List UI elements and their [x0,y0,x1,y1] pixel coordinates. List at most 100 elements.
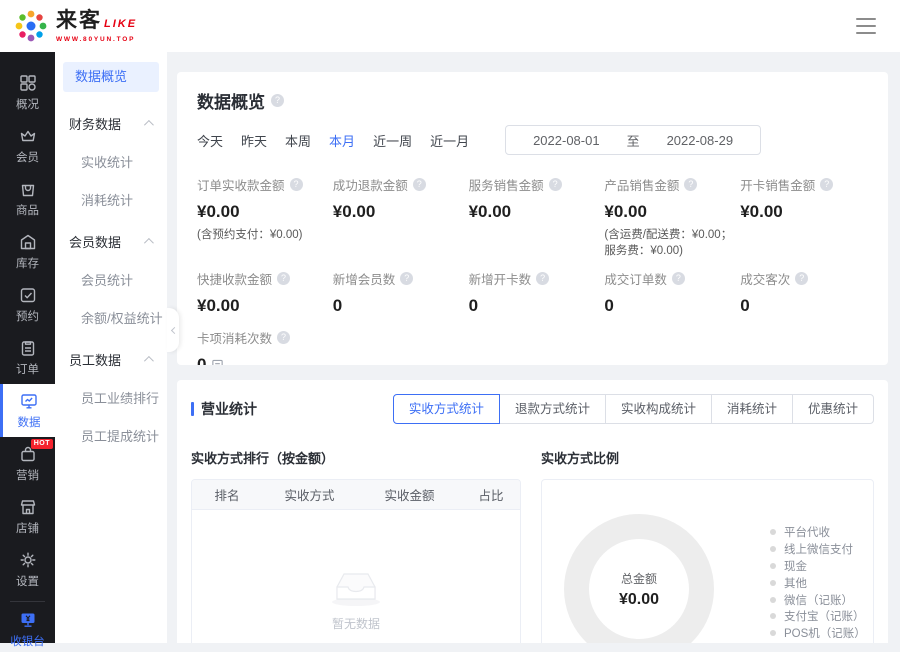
legend-item[interactable]: 平台代收 [770,524,866,541]
submenu-item-staff-ranking[interactable]: 员工业绩排行 [55,380,167,418]
sidebar-item-marketing[interactable]: HOT 营销 [0,437,55,490]
clipboard-icon [18,338,38,358]
chevron-left-icon [170,326,177,333]
gear-icon [18,550,38,570]
stat-product-sales: 产品销售金额 ¥0.00 (含运费/配送费：¥0.00；服务费：¥0.00) [604,175,732,259]
stat-value: ¥0.00 [197,296,325,316]
table-header-row: 排名 实收方式 实收金额 占比 [192,480,520,510]
sidebar-item-booking[interactable]: 预约 [0,278,55,331]
col-amount: 实收金额 [357,485,462,504]
filter-this-week[interactable]: 本周 [285,131,311,150]
stat-customer-visits: 成交客次 0 [740,269,868,316]
tab-income-method[interactable]: 实收方式统计 [393,394,500,424]
help-icon[interactable] [271,94,284,107]
sidebar-item-label: 收银台 [10,633,45,649]
help-icon[interactable] [290,178,303,191]
filter-last-week[interactable]: 近一周 [373,131,412,150]
sidebar-item-goods[interactable]: 商品 [0,172,55,225]
ranking-title: 实收方式排行（按金额） [191,448,521,467]
submenu-group-staff[interactable]: 员工数据 [55,338,167,380]
legend-item[interactable]: 其他 [770,574,866,591]
sidebar-item-data[interactable]: 数据 [0,384,55,437]
legend-item[interactable]: 微信（记账） [770,591,866,608]
stat-card-sales: 开卡销售金额 ¥0.00 [740,175,868,259]
tab-discount[interactable]: 优惠统计 [792,394,874,424]
legend-dot [770,563,776,569]
help-icon[interactable] [820,178,833,191]
tab-refund-method[interactable]: 退款方式统计 [499,394,606,424]
proportion-chart-box: 总金额 ¥0.00 平台代收 线上微信支付 现金 其他 微信（记账） 支付宝（记… [541,479,874,643]
stat-note: (含运费/配送费：¥0.00；服务费：¥0.00) [604,227,732,259]
submenu-group-finance[interactable]: 财务数据 [55,102,167,144]
stat-value: 0 [604,296,732,316]
consume-detail-icon[interactable] [211,359,224,366]
help-icon[interactable] [795,272,808,285]
stat-value: 0 [740,296,868,316]
filter-yesterday[interactable]: 昨天 [241,131,267,150]
sidebar-item-label: 商品 [16,202,39,218]
help-icon[interactable] [684,178,697,191]
help-icon[interactable] [413,178,426,191]
col-method: 实收方式 [262,485,357,504]
logo-suffix: LIKE [104,18,137,30]
business-stats-card: 营业统计 实收方式统计 退款方式统计 实收构成统计 消耗统计 优惠统计 实收方式… [177,380,888,643]
submenu-item-income-stats[interactable]: 实收统计 [55,144,167,182]
stat-order-income: 订单实收款金额 ¥0.00 (含预约支付：¥0.00) [197,175,325,259]
stat-completed-orders: 成交订单数 0 [604,269,732,316]
logo-title: 来客 [56,9,102,32]
empty-inbox-icon [324,562,388,607]
stat-note: (含预约支付：¥0.00) [197,227,325,243]
submenu-item-staff-commission[interactable]: 员工提成统计 [55,418,167,456]
storefront-icon [18,497,38,517]
help-icon[interactable] [277,331,290,344]
help-icon[interactable] [672,272,685,285]
stat-service-sales: 服务销售金额 ¥0.00 [469,175,597,259]
ranking-table: 排名 实收方式 实收金额 占比 暂无数据 [191,479,521,643]
legend-item[interactable]: 线上微信支付 [770,541,866,558]
stats-row-1: 订单实收款金额 ¥0.00 (含预约支付：¥0.00) 成功退款金额 ¥0.00… [197,175,868,259]
sidebar-item-shop[interactable]: 店铺 [0,490,55,543]
sidebar-collapse-handle[interactable] [167,308,179,352]
filter-last-month[interactable]: 近一月 [430,131,469,150]
dashboard-grid-icon [18,73,38,93]
filter-this-month[interactable]: 本月 [329,131,355,150]
legend-item[interactable]: POS机（记账） [770,625,866,642]
help-icon[interactable] [400,272,413,285]
sidebar-item-label: 设置 [16,573,39,589]
hamburger-menu-icon[interactable] [856,18,876,34]
sidebar-item-cashier[interactable]: 收银台 [0,607,55,652]
income-proportion-panel: 实收方式比例 总金额 ¥0.00 平台代收 线上微信支付 现金 其他 微信（记账… [541,448,874,643]
logo-icon [12,7,50,45]
sidebar-item-settings[interactable]: 设置 [0,543,55,596]
help-icon[interactable] [549,178,562,191]
sidebar-item-orders[interactable]: 订单 [0,331,55,384]
help-icon[interactable] [536,272,549,285]
stats-row-3: 卡项消耗次数 0 [197,328,868,365]
submenu-item-member-stats[interactable]: 会员统计 [55,262,167,300]
submenu-item-balance-stats[interactable]: 余额/权益统计 [55,300,167,338]
package-icon [18,179,38,199]
date-range-picker[interactable]: 2022-08-01 至 2022-08-29 [505,125,761,155]
submenu-item-data-overview[interactable]: 数据概览 [63,62,159,92]
time-filter-bar: 今天 昨天 本周 本月 近一周 近一月 2022-08-01 至 2022-08… [197,125,868,155]
tab-income-composition[interactable]: 实收构成统计 [605,394,712,424]
stat-value: ¥0.00 [333,202,461,222]
filter-today[interactable]: 今天 [197,131,223,150]
sidebar-item-overview[interactable]: 概况 [0,66,55,119]
sidebar-item-members[interactable]: 会员 [0,119,55,172]
submenu-group-member[interactable]: 会员数据 [55,220,167,262]
donut-chart: 总金额 ¥0.00 [564,514,714,643]
tab-consumption[interactable]: 消耗统计 [711,394,793,424]
stat-value: 0 [333,296,461,316]
app-logo: 来客LIKE WWW.80YUN.TOP [12,7,137,45]
chevron-up-icon [144,355,154,365]
date-start: 2022-08-01 [533,133,600,148]
chevron-up-icon [144,119,154,129]
sidebar-item-inventory[interactable]: 库存 [0,225,55,278]
submenu-item-consume-stats[interactable]: 消耗统计 [55,182,167,220]
secondary-sidebar: 数据概览 财务数据 实收统计 消耗统计 会员数据 会员统计 余额/权益统计 员工… [55,52,167,643]
legend-item[interactable]: 现金 [770,558,866,575]
legend-item[interactable]: 支付宝（记账） [770,608,866,625]
submenu-group-label: 会员数据 [69,232,121,251]
help-icon[interactable] [277,272,290,285]
